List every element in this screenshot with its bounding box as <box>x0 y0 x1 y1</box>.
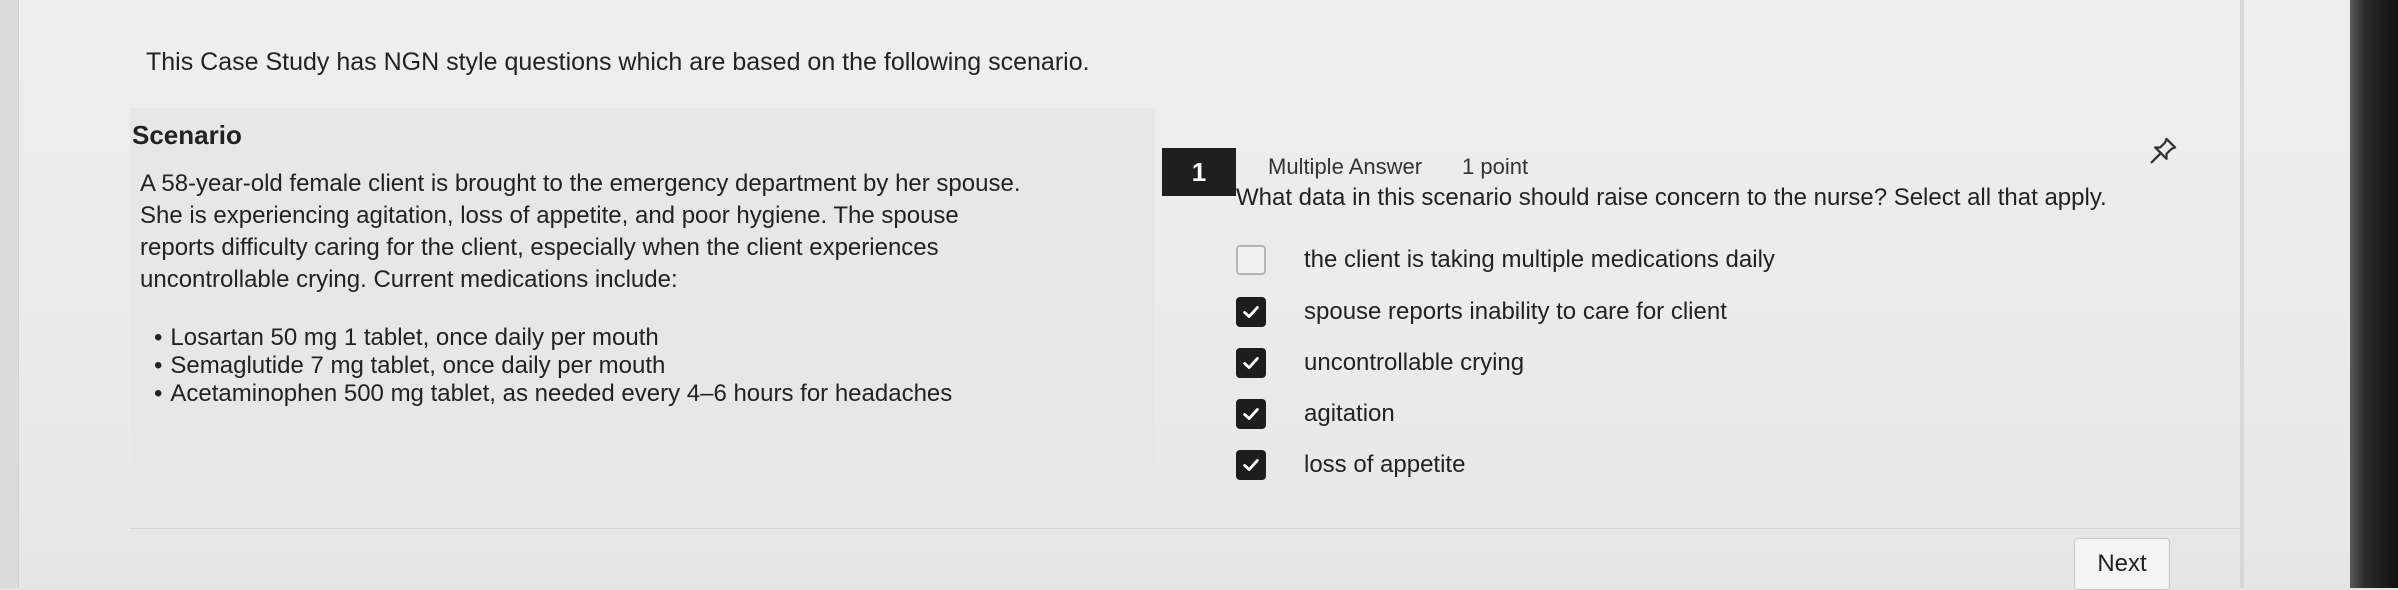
answer-option-label: spouse reports inability to care for cli… <box>1304 298 1727 325</box>
checkbox-checked[interactable] <box>1236 297 1266 327</box>
answer-option[interactable]: agitation <box>1236 394 2136 434</box>
answer-option-label: agitation <box>1304 400 1395 427</box>
answer-option-label: the client is taking multiple medication… <box>1304 246 1775 273</box>
check-icon <box>1243 408 1259 420</box>
right-rail <box>2240 0 2244 588</box>
answer-option-label: uncontrollable crying <box>1304 349 1525 376</box>
check-icon <box>1243 357 1259 369</box>
case-study-intro: This Case Study has NGN style questions … <box>146 48 1090 76</box>
scenario-panel: Scenario A 58-year-old female client is … <box>130 108 1155 488</box>
check-icon <box>1243 306 1259 318</box>
medication-item: Semaglutide 7 mg tablet, once daily per … <box>154 352 952 380</box>
answer-option[interactable]: loss of appetite <box>1236 445 2136 485</box>
medication-list: Losartan 50 mg 1 tablet, once daily per … <box>154 324 952 408</box>
check-icon <box>1243 459 1259 471</box>
left-edge-strip <box>0 0 19 588</box>
screen-bezel <box>2350 0 2398 588</box>
question-points: 1 point <box>1462 154 1529 179</box>
scenario-text: A 58-year-old female client is brought t… <box>140 170 1021 293</box>
checkbox-unchecked[interactable] <box>1236 245 1266 275</box>
question-text: What data in this scenario should raise … <box>1236 184 2107 211</box>
pin-icon[interactable] <box>2146 134 2180 168</box>
answer-option-label: loss of appetite <box>1304 451 1466 478</box>
medication-item: Acetaminophen 500 mg tablet, as needed e… <box>154 380 952 408</box>
checkbox-checked[interactable] <box>1236 399 1266 429</box>
question-number-badge: 1 <box>1162 148 1236 196</box>
app-screen: This Case Study has NGN style questions … <box>0 0 2350 590</box>
answer-option[interactable]: the client is taking multiple medication… <box>1236 240 2136 280</box>
checkbox-checked[interactable] <box>1236 348 1266 378</box>
medication-item: Losartan 50 mg 1 tablet, once daily per … <box>154 324 952 352</box>
next-button[interactable]: Next <box>2074 538 2170 590</box>
question-panel: 1 Multiple Answer 1 point What data in t… <box>1160 100 2240 520</box>
checkbox-checked[interactable] <box>1236 450 1266 480</box>
answer-option[interactable]: spouse reports inability to care for cli… <box>1236 292 2136 332</box>
scenario-title: Scenario <box>132 120 242 150</box>
answer-option[interactable]: uncontrollable crying <box>1236 343 2136 383</box>
question-type: Multiple Answer <box>1268 154 1423 179</box>
footer-divider <box>130 528 2240 529</box>
